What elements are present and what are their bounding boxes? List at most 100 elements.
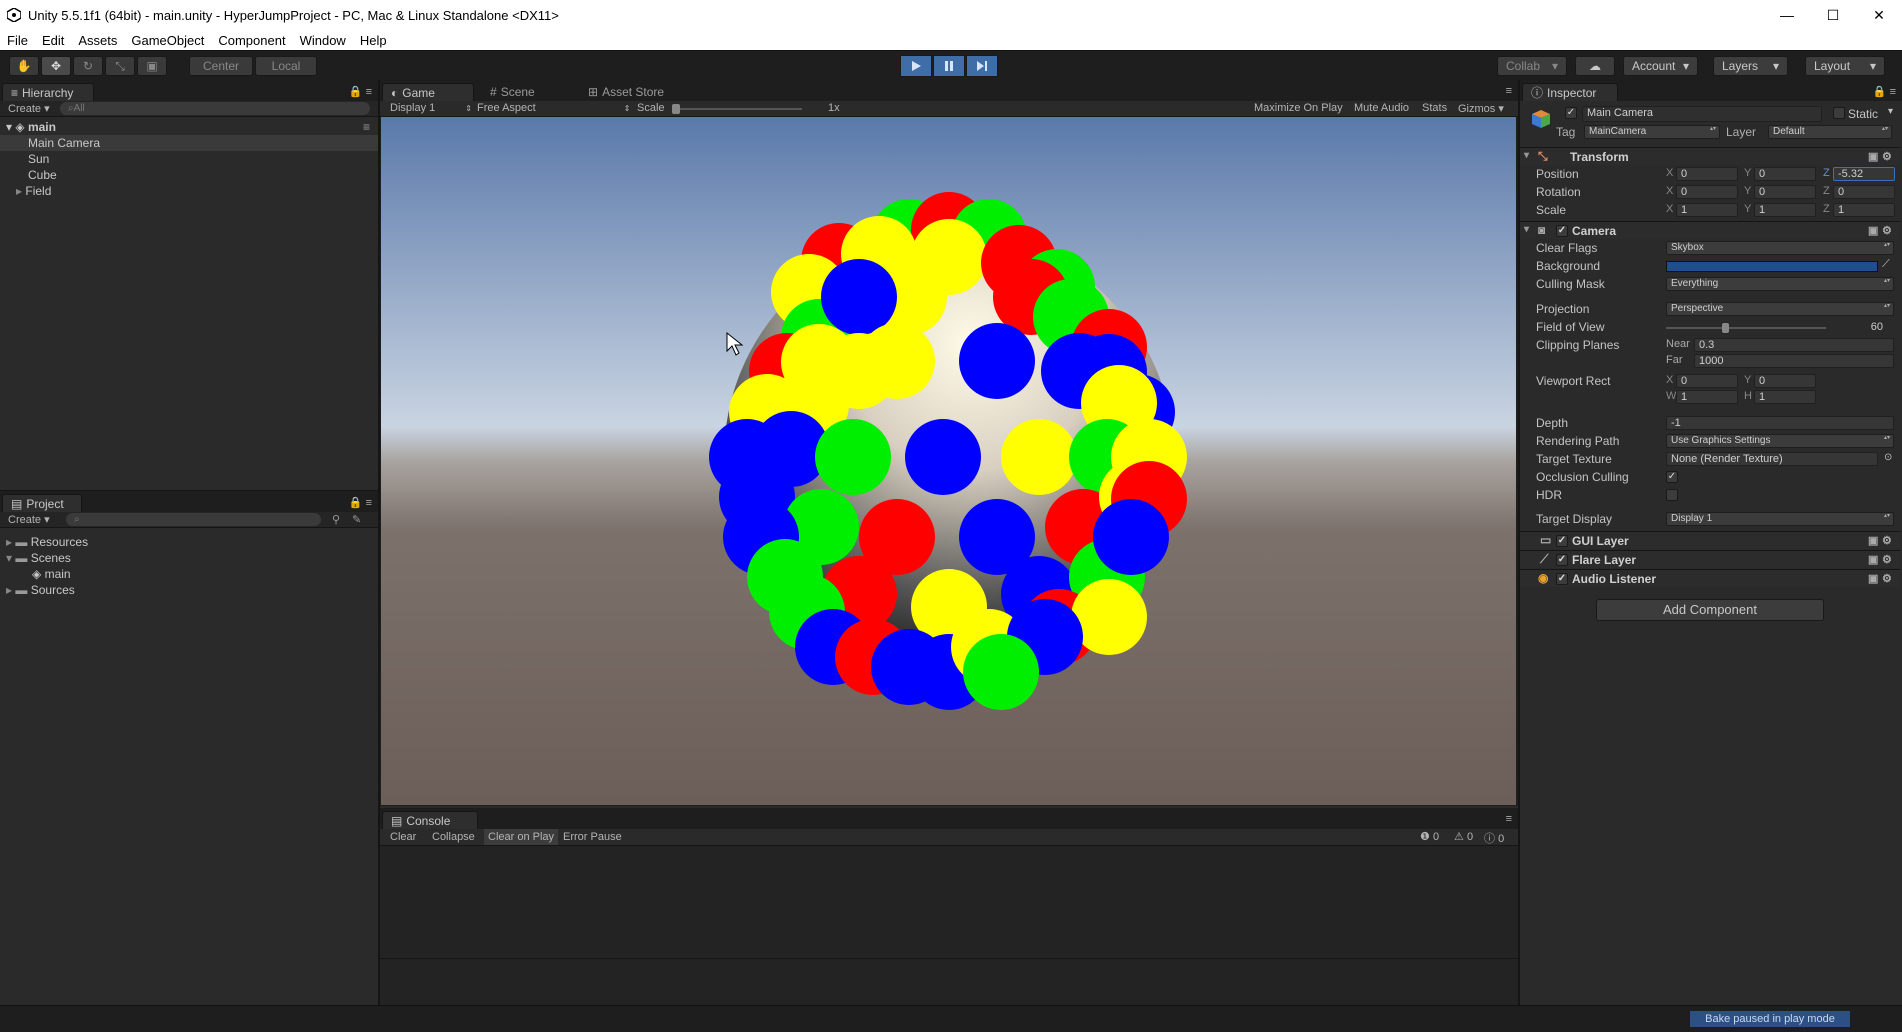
tab-inspector[interactable]: ⓘ Inspector	[1522, 83, 1618, 101]
menu-component[interactable]: Component	[211, 33, 292, 48]
viewport-w-field[interactable]: 1	[1676, 390, 1738, 404]
gizmos-dropdown[interactable]: Gizmos ▾	[1458, 102, 1504, 115]
menu-window[interactable]: Window	[293, 33, 353, 48]
filter-label-icon[interactable]: ✎	[352, 513, 361, 526]
panel-menu-icon[interactable]: 🔒 ≡	[349, 496, 372, 509]
error-count-toggle[interactable]: ❶ 0	[1420, 830, 1439, 843]
scale-tool-icon[interactable]: ⤡	[105, 56, 135, 76]
gear-icon[interactable]: ⚙	[1882, 534, 1892, 547]
tab-asset-store[interactable]: ⊞ Asset Store	[580, 83, 690, 101]
rect-tool-icon[interactable]: ▣	[137, 56, 167, 76]
project-item-sources[interactable]: ▸ ▬ Sources	[0, 582, 378, 598]
panel-menu-icon[interactable]: ≡	[1506, 813, 1512, 825]
eyedropper-icon[interactable]: ⟋	[1882, 258, 1890, 271]
scale-z-field[interactable]: 1	[1833, 203, 1895, 217]
pause-button[interactable]	[933, 55, 965, 77]
project-item-scenes[interactable]: ▾ ▬ Scenes	[0, 550, 378, 566]
project-search-input[interactable]: ⌕	[66, 513, 321, 526]
depth-field[interactable]: -1	[1666, 416, 1894, 430]
warning-count-toggle[interactable]: ⚠ 0	[1454, 830, 1473, 843]
tab-scene[interactable]: # Scene	[482, 83, 562, 101]
position-y-field[interactable]: 0	[1754, 167, 1816, 181]
game-view[interactable]	[381, 117, 1516, 805]
move-tool-icon[interactable]: ✥	[41, 56, 71, 76]
tab-hierarchy[interactable]: ≡ Hierarchy	[2, 83, 94, 101]
gui-layer-header[interactable]: ▭ ✓ GUI Layer ▣ ⚙	[1520, 531, 1900, 549]
hierarchy-item-sun[interactable]: Sun	[0, 151, 378, 167]
hierarchy-create-button[interactable]: Create ▾	[8, 102, 50, 115]
camera-enabled-checkbox[interactable]: ✓	[1556, 225, 1568, 237]
stats-toggle[interactable]: Stats	[1422, 102, 1447, 114]
projection-dropdown[interactable]: Perspective	[1666, 302, 1894, 316]
culling-mask-dropdown[interactable]: Everything	[1666, 277, 1894, 291]
camera-header[interactable]: ▾ ◙ ✓ Camera ▣ ⚙	[1520, 221, 1900, 239]
pivot-center-button[interactable]: Center	[189, 56, 253, 76]
target-display-dropdown[interactable]: Display 1	[1666, 512, 1894, 526]
hierarchy-item-field[interactable]: ▸ Field	[0, 183, 378, 199]
gear-icon[interactable]: ⚙	[1882, 553, 1892, 566]
rotate-tool-icon[interactable]: ↻	[73, 56, 103, 76]
rendering-path-dropdown[interactable]: Use Graphics Settings	[1666, 434, 1894, 448]
aspect-dropdown[interactable]: Free Aspect ⇕	[477, 102, 630, 114]
tab-console[interactable]: ▤ Console	[382, 811, 478, 829]
help-book-icon[interactable]: ▣	[1868, 572, 1878, 585]
target-texture-field[interactable]: None (Render Texture)	[1666, 452, 1878, 466]
static-dropdown-icon[interactable]: ▾	[1888, 106, 1893, 117]
close-icon[interactable]: ✕	[1856, 0, 1902, 30]
console-collapse-button[interactable]: Collapse	[432, 831, 475, 843]
fov-slider-thumb[interactable]	[1722, 323, 1729, 333]
object-picker-icon[interactable]: ⊙	[1884, 452, 1892, 463]
scale-slider-thumb[interactable]	[672, 104, 680, 114]
add-component-button[interactable]: Add Component	[1596, 599, 1824, 621]
panel-menu-icon[interactable]: ≡	[1506, 85, 1512, 97]
minimize-icon[interactable]: —	[1764, 0, 1810, 30]
occlusion-checkbox[interactable]: ✓	[1666, 471, 1678, 483]
background-color-swatch[interactable]	[1666, 261, 1878, 272]
hierarchy-search-input[interactable]: ⌕All	[60, 102, 370, 115]
panel-menu-icon[interactable]: 🔒 ≡	[1873, 85, 1896, 98]
step-button[interactable]	[966, 55, 998, 77]
fov-slider[interactable]	[1666, 323, 1826, 333]
rotation-y-field[interactable]: 0	[1754, 185, 1816, 199]
collab-button[interactable]: Collab ▾	[1497, 56, 1567, 76]
gear-icon[interactable]: ⚙	[1882, 150, 1892, 163]
gear-icon[interactable]: ⚙	[1882, 224, 1892, 237]
help-book-icon[interactable]: ▣	[1868, 150, 1878, 163]
display-dropdown[interactable]: Display 1 ⇕	[390, 102, 472, 114]
position-x-field[interactable]: 0	[1676, 167, 1738, 181]
flare-layer-header[interactable]: ⟋ ✓ Flare Layer ▣ ⚙	[1520, 550, 1900, 568]
project-item-resources[interactable]: ▸ ▬ Resources	[0, 534, 378, 550]
help-book-icon[interactable]: ▣	[1868, 553, 1878, 566]
cloud-button[interactable]: ☁	[1575, 56, 1615, 76]
hand-tool-icon[interactable]: ✋	[9, 56, 39, 76]
scale-y-field[interactable]: 1	[1754, 203, 1816, 217]
project-item-main-scene[interactable]: ◈ main	[0, 566, 378, 582]
console-clear-button[interactable]: Clear	[390, 831, 416, 843]
viewport-y-field[interactable]: 0	[1754, 374, 1816, 388]
gui-layer-checkbox[interactable]: ✓	[1556, 535, 1568, 547]
mute-audio-toggle[interactable]: Mute Audio	[1354, 102, 1409, 114]
menu-edit[interactable]: Edit	[35, 33, 71, 48]
fov-field[interactable]: 60	[1836, 320, 1894, 334]
filter-type-icon[interactable]: ⚲	[332, 513, 340, 526]
pivot-local-button[interactable]: Local	[255, 56, 317, 76]
scene-row[interactable]: ▾ ◈ main ≡	[0, 119, 378, 135]
viewport-h-field[interactable]: 1	[1754, 390, 1816, 404]
clear-flags-dropdown[interactable]: Skybox	[1666, 241, 1894, 255]
play-button[interactable]	[900, 55, 932, 77]
help-book-icon[interactable]: ▣	[1868, 534, 1878, 547]
object-active-checkbox[interactable]: ✓	[1565, 107, 1577, 119]
panel-menu-icon[interactable]: 🔒 ≡	[349, 85, 372, 98]
hdr-checkbox[interactable]	[1666, 489, 1678, 501]
object-name-field[interactable]: Main Camera	[1582, 106, 1822, 122]
layers-button[interactable]: Layers ▾	[1713, 56, 1788, 76]
console-error-pause-button[interactable]: Error Pause	[563, 831, 622, 843]
gear-icon[interactable]: ⚙	[1882, 572, 1892, 585]
hierarchy-item-main-camera[interactable]: Main Camera	[0, 135, 378, 151]
console-clear-on-play-button[interactable]: Clear on Play	[484, 829, 559, 845]
viewport-x-field[interactable]: 0	[1676, 374, 1738, 388]
maximize-on-play-toggle[interactable]: Maximize On Play	[1254, 102, 1343, 114]
tag-dropdown[interactable]: MainCamera	[1584, 125, 1720, 139]
audio-listener-checkbox[interactable]: ✓	[1556, 573, 1568, 585]
rotation-x-field[interactable]: 0	[1676, 185, 1738, 199]
